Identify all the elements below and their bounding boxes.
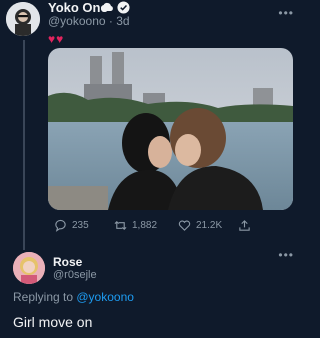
cloud-icon xyxy=(100,2,113,11)
verified-badge-icon xyxy=(117,1,130,14)
reply-count: 235 xyxy=(72,220,89,231)
like-action[interactable]: 21.2K xyxy=(178,219,222,232)
reply-author-avatar[interactable] xyxy=(13,252,45,284)
author-avatar[interactable] xyxy=(6,2,40,36)
replying-to-prefix: Replying to xyxy=(13,290,77,304)
reply-card: Rose @r0sejle ••• Replying to @yokoono G… xyxy=(0,248,300,338)
reply-icon xyxy=(55,219,66,232)
thread-line xyxy=(23,40,25,250)
more-dots-icon[interactable]: ••• xyxy=(278,6,294,20)
retweet-icon xyxy=(114,220,127,231)
replying-to-line: Replying to @yokoono xyxy=(13,290,134,304)
tweet-actions: 235 1,882 21.2K xyxy=(48,219,293,235)
reply-action[interactable]: 235 xyxy=(54,219,89,232)
author-handle-time: @yokoono · 3d xyxy=(48,14,130,28)
share-icon xyxy=(239,220,250,231)
tweet-photo[interactable] xyxy=(48,48,293,210)
reply-author-handle: @r0sejle xyxy=(53,269,97,281)
like-count: 21.2K xyxy=(196,220,223,231)
heart-emojis: ♥♥ xyxy=(48,32,65,46)
retweet-count: 1,882 xyxy=(132,220,158,231)
more-dots-icon[interactable]: ••• xyxy=(278,248,294,262)
replying-to-mention[interactable]: @yokoono xyxy=(76,290,134,304)
heart-icon xyxy=(178,220,191,231)
reply-author-name[interactable]: Rose xyxy=(53,255,82,269)
share-action[interactable] xyxy=(238,219,251,232)
reply-text: Girl move on xyxy=(13,314,93,330)
tweet-card: Yoko Ono @yokoono · 3d ••• ♥♥ 235 1,882 … xyxy=(0,0,300,250)
retweet-action[interactable]: 1,882 xyxy=(114,219,157,232)
